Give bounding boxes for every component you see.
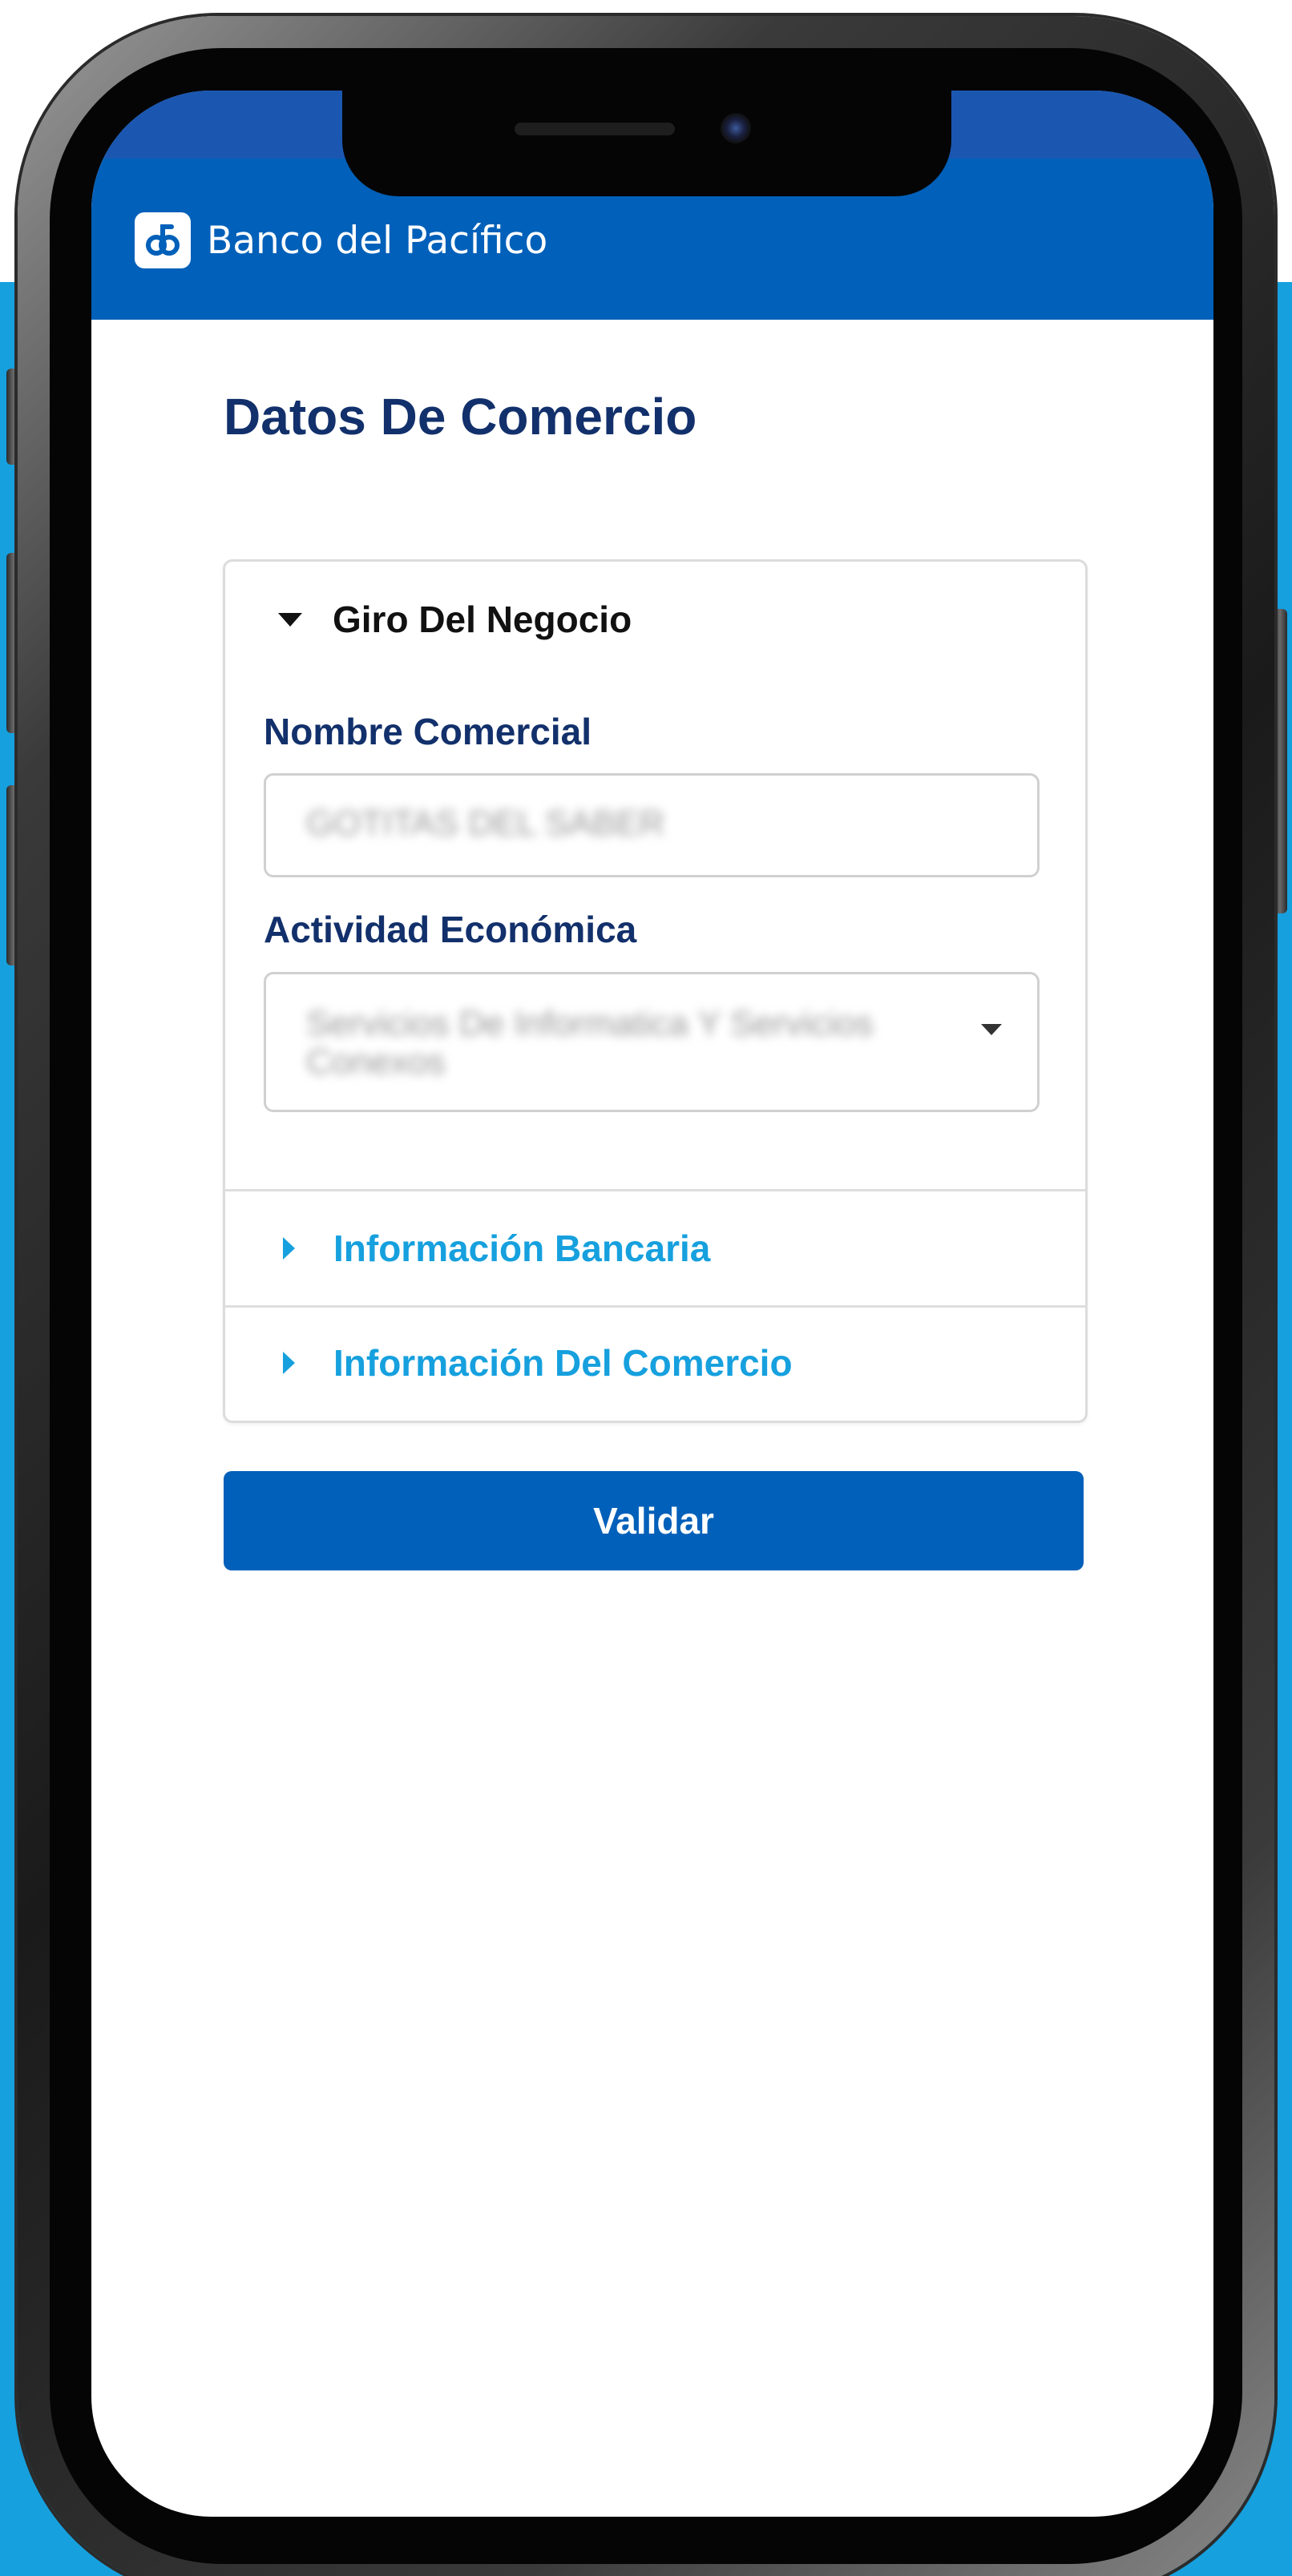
- caret-right-icon: [283, 1237, 295, 1260]
- page-title: Datos De Comercio: [224, 388, 697, 445]
- phone-screen: Banco del Pacífico Datos De Comercio Gir…: [91, 91, 1213, 2517]
- accordion-header-informacion-bancaria[interactable]: Información Bancaria: [225, 1191, 1085, 1305]
- nombre-comercial-input[interactable]: GOTITAS DEL SABER: [264, 773, 1040, 877]
- nombre-comercial-value: GOTITAS DEL SABER: [306, 804, 665, 843]
- nombre-comercial-label: Nombre Comercial: [264, 711, 592, 752]
- front-camera: [721, 113, 751, 143]
- accordion-header-giro-del-negocio[interactable]: Giro Del Negocio: [225, 591, 1085, 648]
- accordion-label-giro: Giro Del Negocio: [333, 599, 632, 640]
- accordion-card: Giro Del Negocio Nombre Comercial GOTITA…: [223, 559, 1088, 1423]
- select-chevron-down-icon: [981, 1024, 1002, 1035]
- validar-button[interactable]: Validar: [224, 1471, 1084, 1570]
- speaker-grille: [515, 123, 675, 135]
- phone-power-button: [1273, 609, 1287, 913]
- phone-notch: [342, 91, 951, 196]
- brand-name: Banco del Pacífico: [207, 218, 548, 263]
- actividad-economica-select[interactable]: Servicios De Informatica Y Servicios Con…: [264, 972, 1040, 1112]
- caret-right-icon: [283, 1352, 295, 1374]
- caret-down-icon: [278, 612, 302, 627]
- accordion-label-comercio: Información Del Comercio: [333, 1342, 793, 1384]
- bank-logo-icon: [135, 212, 191, 268]
- brand: Banco del Pacífico: [135, 212, 547, 268]
- accordion-header-informacion-del-comercio[interactable]: Información Del Comercio: [225, 1308, 1085, 1418]
- accordion-label-bancaria: Información Bancaria: [333, 1228, 711, 1269]
- actividad-economica-label: Actividad Económica: [264, 909, 637, 950]
- actividad-economica-value: Servicios De Informatica Y Servicios Con…: [306, 1004, 874, 1082]
